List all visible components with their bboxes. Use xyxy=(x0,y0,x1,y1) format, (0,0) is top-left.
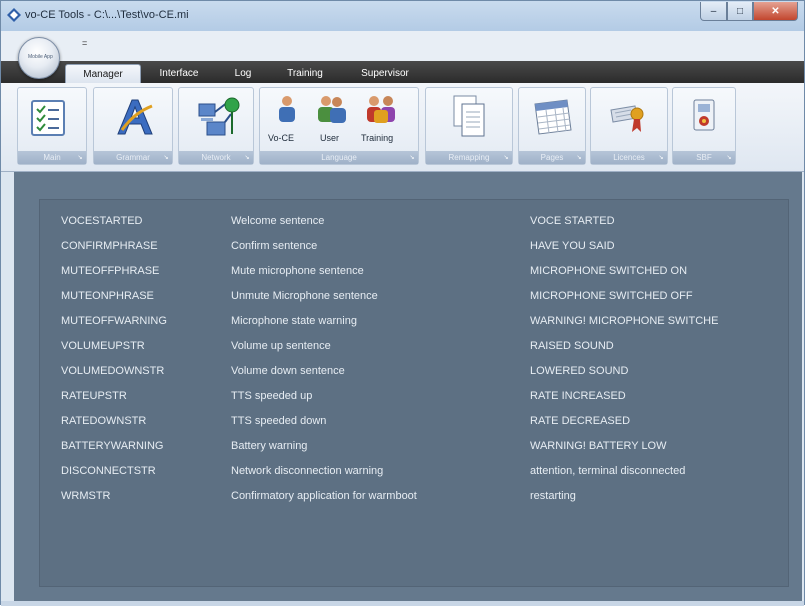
ribbon-group-remapping: Remapping ↘ xyxy=(425,87,513,165)
key-cell[interactable]: DISCONNECTSTR xyxy=(61,465,156,483)
dialog-launcher-icon[interactable]: ↘ xyxy=(408,154,416,162)
grammar-icon[interactable] xyxy=(112,96,156,140)
key-cell[interactable]: BATTERYWARNING xyxy=(61,440,163,458)
minimize-icon: – xyxy=(710,5,717,17)
close-icon: ✕ xyxy=(771,5,780,17)
maximize-icon: □ xyxy=(736,5,744,17)
value-cell[interactable]: RATE INCREASED xyxy=(530,390,626,408)
license-icon[interactable] xyxy=(607,96,651,136)
window-controls: – □ ✕ xyxy=(700,2,798,22)
app-diamond-icon xyxy=(7,8,21,22)
dialog-launcher-icon[interactable]: ↘ xyxy=(725,154,733,162)
description-cell[interactable]: Microphone state warning xyxy=(231,315,357,333)
dialog-launcher-icon[interactable]: ↘ xyxy=(575,154,583,162)
ribbon-group-main: Main ↘ xyxy=(17,87,87,165)
dialog-launcher-icon[interactable]: ↘ xyxy=(162,154,170,162)
user-button-label: User xyxy=(320,133,340,143)
value-cell[interactable]: LOWERED SOUND xyxy=(530,365,628,383)
voce-button-label: Vo-CE xyxy=(268,133,295,143)
ribbon-group-grammar: Grammar ↘ xyxy=(93,87,173,165)
description-cell[interactable]: Battery warning xyxy=(231,440,307,458)
orb-logo: Mobile App xyxy=(28,54,53,60)
application-orb-button[interactable]: Mobile App xyxy=(18,37,60,79)
description-cell[interactable]: Volume up sentence xyxy=(231,340,331,358)
key-cell[interactable]: VOLUMEUPSTR xyxy=(61,340,145,358)
quick-access-toolbar-icon[interactable]: = xyxy=(82,38,87,48)
training-group-icon xyxy=(367,96,395,123)
close-button[interactable]: ✕ xyxy=(753,2,798,21)
voce-person-icon xyxy=(279,96,295,122)
sbf-icon[interactable] xyxy=(687,96,721,136)
tab-manager[interactable]: Manager xyxy=(65,64,141,83)
group-label-grammar: Grammar xyxy=(94,151,172,164)
dialog-launcher-icon[interactable]: ↘ xyxy=(657,154,665,162)
description-cell[interactable]: Unmute Microphone sentence xyxy=(231,290,378,308)
tab-supervisor[interactable]: Supervisor xyxy=(345,64,425,83)
tab-training[interactable]: Training xyxy=(273,64,337,83)
description-cell[interactable]: Welcome sentence xyxy=(231,215,324,233)
ribbon: Main ↘ Grammar ↘ Network ↘ Vo-CE User Tr… xyxy=(1,83,804,172)
description-cell[interactable]: TTS speeded up xyxy=(231,390,312,408)
minimize-button[interactable]: – xyxy=(700,2,727,21)
description-cell[interactable]: Network disconnection warning xyxy=(231,465,383,483)
document-icon[interactable] xyxy=(450,94,490,140)
description-cell[interactable]: Confirm sentence xyxy=(231,240,317,258)
description-cell[interactable]: Mute microphone sentence xyxy=(231,265,364,283)
value-cell[interactable]: HAVE YOU SAID xyxy=(530,240,615,258)
window-title: vo-CE Tools - C:\...\Test\vo-CE.mi xyxy=(25,9,189,21)
key-cell[interactable]: WRMSTR xyxy=(61,490,111,508)
tab-log[interactable]: Log xyxy=(223,64,263,83)
key-cell[interactable]: MUTEOFFPHRASE xyxy=(61,265,159,283)
key-cell[interactable]: VOLUMEDOWNSTR xyxy=(61,365,164,383)
description-cell[interactable]: Volume down sentence xyxy=(231,365,345,383)
value-cell[interactable]: attention, terminal disconnected xyxy=(530,465,685,483)
ribbon-group-network: Network ↘ xyxy=(178,87,254,165)
value-cell[interactable]: RAISED SOUND xyxy=(530,340,614,358)
user-group-icon xyxy=(318,96,346,123)
key-cell[interactable]: VOCESTARTED xyxy=(61,215,143,233)
value-cell[interactable]: MICROPHONE SWITCHED OFF xyxy=(530,290,693,308)
key-cell[interactable]: CONFIRMPHRASE xyxy=(61,240,158,258)
key-cell[interactable]: RATEUPSTR xyxy=(61,390,127,408)
ribbon-group-language: Vo-CE User Training Language ↘ xyxy=(259,87,419,165)
dialog-launcher-icon[interactable]: ↘ xyxy=(243,154,251,162)
value-cell[interactable]: MICROPHONE SWITCHED ON xyxy=(530,265,687,283)
checklist-icon[interactable] xyxy=(28,98,68,138)
group-label-licences: Licences xyxy=(591,151,667,164)
ribbon-group-pages: Pages ↘ xyxy=(518,87,586,165)
value-cell[interactable]: restarting xyxy=(530,490,576,508)
network-icon[interactable] xyxy=(195,94,241,140)
group-label-network: Network xyxy=(179,151,253,164)
value-cell[interactable]: WARNING! MICROPHONE SWITCHE xyxy=(530,315,718,333)
description-cell[interactable]: Confirmatory application for warmboot xyxy=(231,490,417,508)
value-cell[interactable]: RATE DECREASED xyxy=(530,415,630,433)
title-bar[interactable]: vo-CE Tools - C:\...\Test\vo-CE.mi – □ ✕ xyxy=(1,1,804,31)
tab-interface[interactable]: Interface xyxy=(147,64,211,83)
app-window: vo-CE Tools - C:\...\Test\vo-CE.mi – □ ✕… xyxy=(0,0,805,606)
key-cell[interactable]: MUTEONPHRASE xyxy=(61,290,154,308)
value-cell[interactable]: WARNING! BATTERY LOW xyxy=(530,440,667,458)
group-label-language: Language xyxy=(260,151,418,164)
window-bottom-edge xyxy=(1,601,804,606)
group-label-remapping: Remapping xyxy=(426,151,512,164)
maximize-button[interactable]: □ xyxy=(727,2,753,21)
quick-access-area xyxy=(1,31,804,61)
dialog-launcher-icon[interactable]: ↘ xyxy=(502,154,510,162)
key-cell[interactable]: MUTEOFFWARNING xyxy=(61,315,167,333)
dialog-launcher-icon[interactable]: ↘ xyxy=(76,154,84,162)
value-cell[interactable]: VOCE STARTED xyxy=(530,215,615,233)
description-cell[interactable]: TTS speeded down xyxy=(231,415,326,433)
training-button-label: Training xyxy=(361,133,394,143)
ribbon-tab-bar: Manager Interface Log Training Superviso… xyxy=(1,61,804,83)
calendar-icon[interactable] xyxy=(529,96,575,136)
ribbon-group-sbf: SBF ↘ xyxy=(672,87,736,165)
key-cell[interactable]: RATEDOWNSTR xyxy=(61,415,146,433)
ribbon-group-licences: Licences ↘ xyxy=(590,87,668,165)
